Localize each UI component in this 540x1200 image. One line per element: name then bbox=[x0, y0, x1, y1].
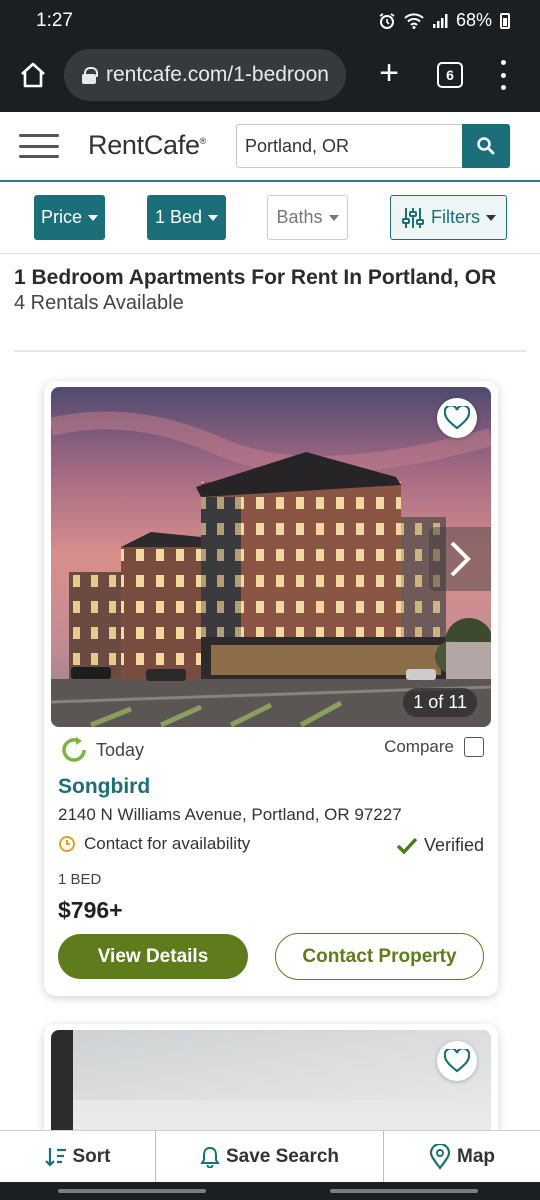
baths-filter-button[interactable]: Baths bbox=[267, 195, 348, 240]
property-address: 2140 N Williams Avenue, Portland, OR 972… bbox=[58, 805, 402, 824]
battery-percent: 68% bbox=[455, 10, 492, 30]
search-button[interactable] bbox=[462, 124, 510, 168]
sort-button[interactable]: Sort bbox=[0, 1131, 155, 1183]
view-details-button[interactable]: View Details bbox=[58, 934, 248, 979]
signal-icon bbox=[432, 13, 448, 28]
chevron-down-icon bbox=[88, 214, 98, 221]
hamburger-menu-icon[interactable] bbox=[19, 134, 59, 158]
chevron-right-icon bbox=[450, 541, 471, 577]
chevron-down-icon bbox=[208, 214, 219, 221]
nav-home-handle[interactable] bbox=[330, 1189, 478, 1193]
sliders-icon bbox=[402, 207, 424, 228]
heart-icon bbox=[444, 406, 470, 430]
next-photo-button[interactable] bbox=[429, 527, 491, 591]
results-count: 4 Rentals Available bbox=[14, 292, 184, 314]
status-icons: 68% bbox=[378, 10, 510, 31]
alarm-icon bbox=[379, 12, 395, 29]
listing-photo[interactable]: 1 of 11 bbox=[51, 387, 491, 727]
compare-control[interactable]: Compare bbox=[384, 737, 484, 757]
system-nav-bar bbox=[0, 1182, 540, 1200]
status-time: 1:27 bbox=[36, 10, 73, 31]
beds-filter-button[interactable]: 1 Bed bbox=[147, 195, 226, 240]
heart-icon bbox=[444, 1049, 470, 1073]
page-title: 1 Bedroom Apartments For Rent In Portlan… bbox=[14, 266, 497, 289]
new-tab-button[interactable]: + bbox=[372, 56, 406, 90]
contact-property-button[interactable]: Contact Property bbox=[275, 933, 484, 980]
chevron-down-icon bbox=[328, 214, 339, 221]
property-price: $796+ bbox=[58, 897, 123, 923]
divider bbox=[14, 350, 526, 352]
url-text: rentcafe.com/1-bedroon bbox=[106, 63, 329, 86]
building-photo bbox=[51, 387, 491, 727]
verified-badge: Verified bbox=[396, 835, 484, 856]
listing-card[interactable]: 1 of 11 Today Compare Songbird 2140 N Wi… bbox=[44, 381, 498, 996]
bed-count: 1 BED bbox=[58, 871, 102, 888]
favorite-button[interactable] bbox=[437, 1041, 477, 1081]
lock-icon bbox=[82, 67, 98, 84]
price-filter-button[interactable]: Price bbox=[34, 195, 105, 240]
rentcafe-logo[interactable]: RentCafe® bbox=[88, 130, 206, 161]
clock-icon bbox=[59, 836, 75, 852]
location-search-input[interactable] bbox=[237, 125, 462, 167]
favorite-button[interactable] bbox=[437, 398, 477, 438]
browser-menu-button[interactable] bbox=[496, 60, 510, 90]
nav-back-handle[interactable] bbox=[58, 1189, 206, 1193]
property-name[interactable]: Songbird bbox=[58, 775, 150, 799]
browser-toolbar: rentcafe.com/1-bedroon + 6 bbox=[0, 42, 540, 112]
availability-status: Contact for availability bbox=[58, 834, 250, 854]
tab-switcher-button[interactable]: 6 bbox=[437, 62, 463, 88]
location-search bbox=[236, 124, 510, 168]
bottom-action-bar: Sort Save Search Map bbox=[0, 1130, 540, 1183]
photo-counter: 1 of 11 bbox=[403, 688, 477, 717]
refresh-icon bbox=[62, 737, 86, 762]
map-button[interactable]: Map bbox=[383, 1131, 540, 1183]
home-icon[interactable] bbox=[18, 60, 48, 90]
bell-icon bbox=[200, 1146, 220, 1168]
status-bar: 1:27 68% bbox=[0, 0, 540, 42]
more-filters-button[interactable]: Filters bbox=[390, 195, 507, 240]
save-search-button[interactable]: Save Search bbox=[155, 1131, 383, 1183]
sort-icon bbox=[44, 1148, 66, 1167]
battery-icon bbox=[500, 12, 510, 29]
url-bar[interactable]: rentcafe.com/1-bedroon bbox=[64, 49, 346, 101]
checkmark-icon bbox=[396, 837, 418, 855]
chevron-down-icon bbox=[486, 214, 496, 221]
compare-checkbox[interactable] bbox=[464, 737, 484, 757]
results-heading: 1 Bedroom Apartments For Rent In Portlan… bbox=[14, 266, 524, 315]
updated-indicator: Today bbox=[60, 736, 144, 764]
map-pin-icon bbox=[429, 1144, 451, 1170]
site-header: RentCafe® bbox=[0, 112, 540, 182]
search-icon bbox=[477, 137, 495, 155]
filter-bar: Price 1 Bed Baths Filters bbox=[0, 182, 540, 254]
wifi-icon bbox=[404, 12, 424, 29]
